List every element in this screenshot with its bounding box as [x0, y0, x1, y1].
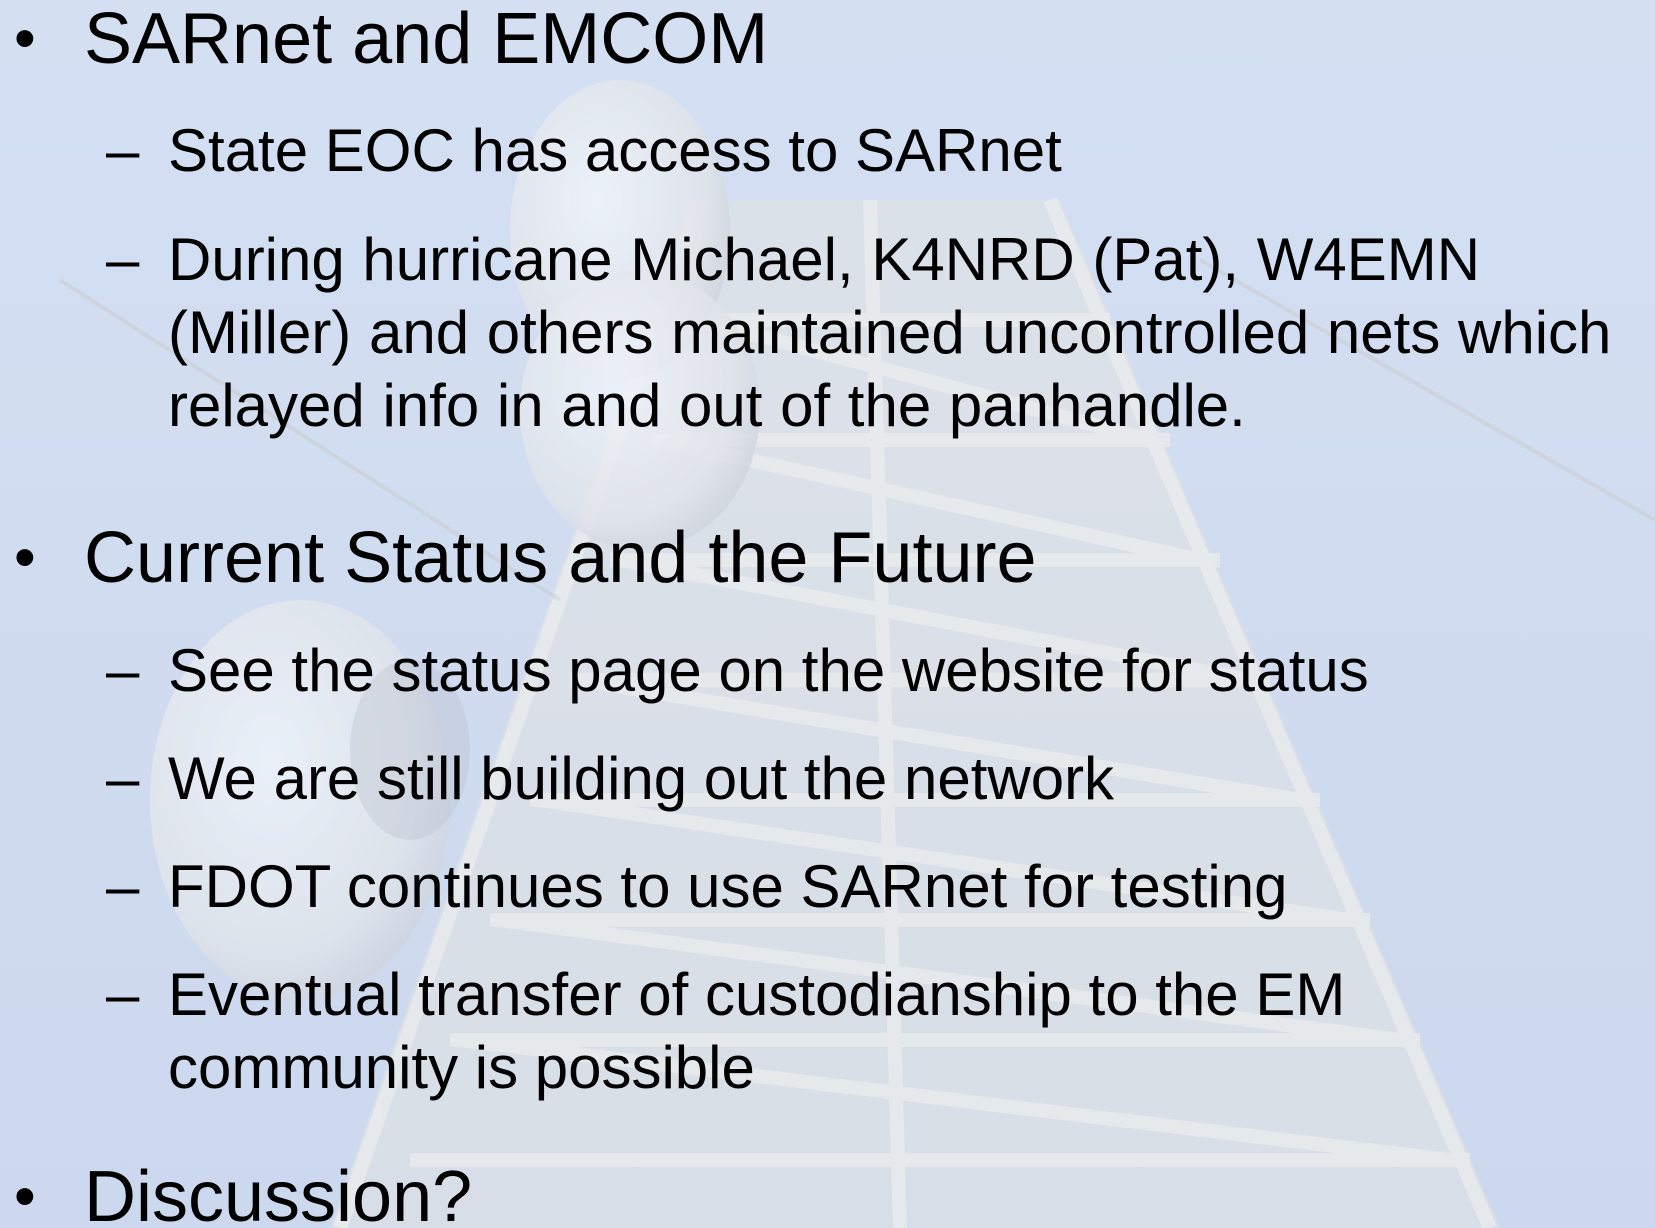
- dash-icon: –: [106, 745, 140, 812]
- dash-icon: –: [106, 961, 140, 1028]
- subitem-text: FDOT continues to use SARnet for testing: [168, 853, 1288, 920]
- subitem-text: See the status page on the website for s…: [168, 637, 1369, 704]
- slide-body: • SARnet and EMCOM – State EOC has acces…: [0, 0, 1655, 1228]
- subitem-text: During hurricane Michael, K4NRD (Pat), W…: [168, 226, 1612, 439]
- heading-discussion: Discussion?: [84, 1157, 473, 1228]
- heading-current-status: Current Status and the Future: [84, 518, 1037, 598]
- bullet-icon: •: [14, 1162, 36, 1228]
- subitem-text: We are still building out the network: [168, 745, 1115, 812]
- bullet-icon: •: [14, 523, 36, 592]
- dash-icon: –: [106, 117, 140, 184]
- subitem-text: Eventual transfer of custodianship to th…: [168, 961, 1346, 1101]
- heading-sarnet-emcom: SARnet and EMCOM: [84, 0, 769, 79]
- subitem-text: State EOC has access to SARnet: [168, 117, 1062, 184]
- dash-icon: –: [106, 637, 140, 704]
- dash-icon: –: [106, 853, 140, 920]
- dash-icon: –: [106, 226, 140, 293]
- bullet-icon: •: [14, 4, 36, 73]
